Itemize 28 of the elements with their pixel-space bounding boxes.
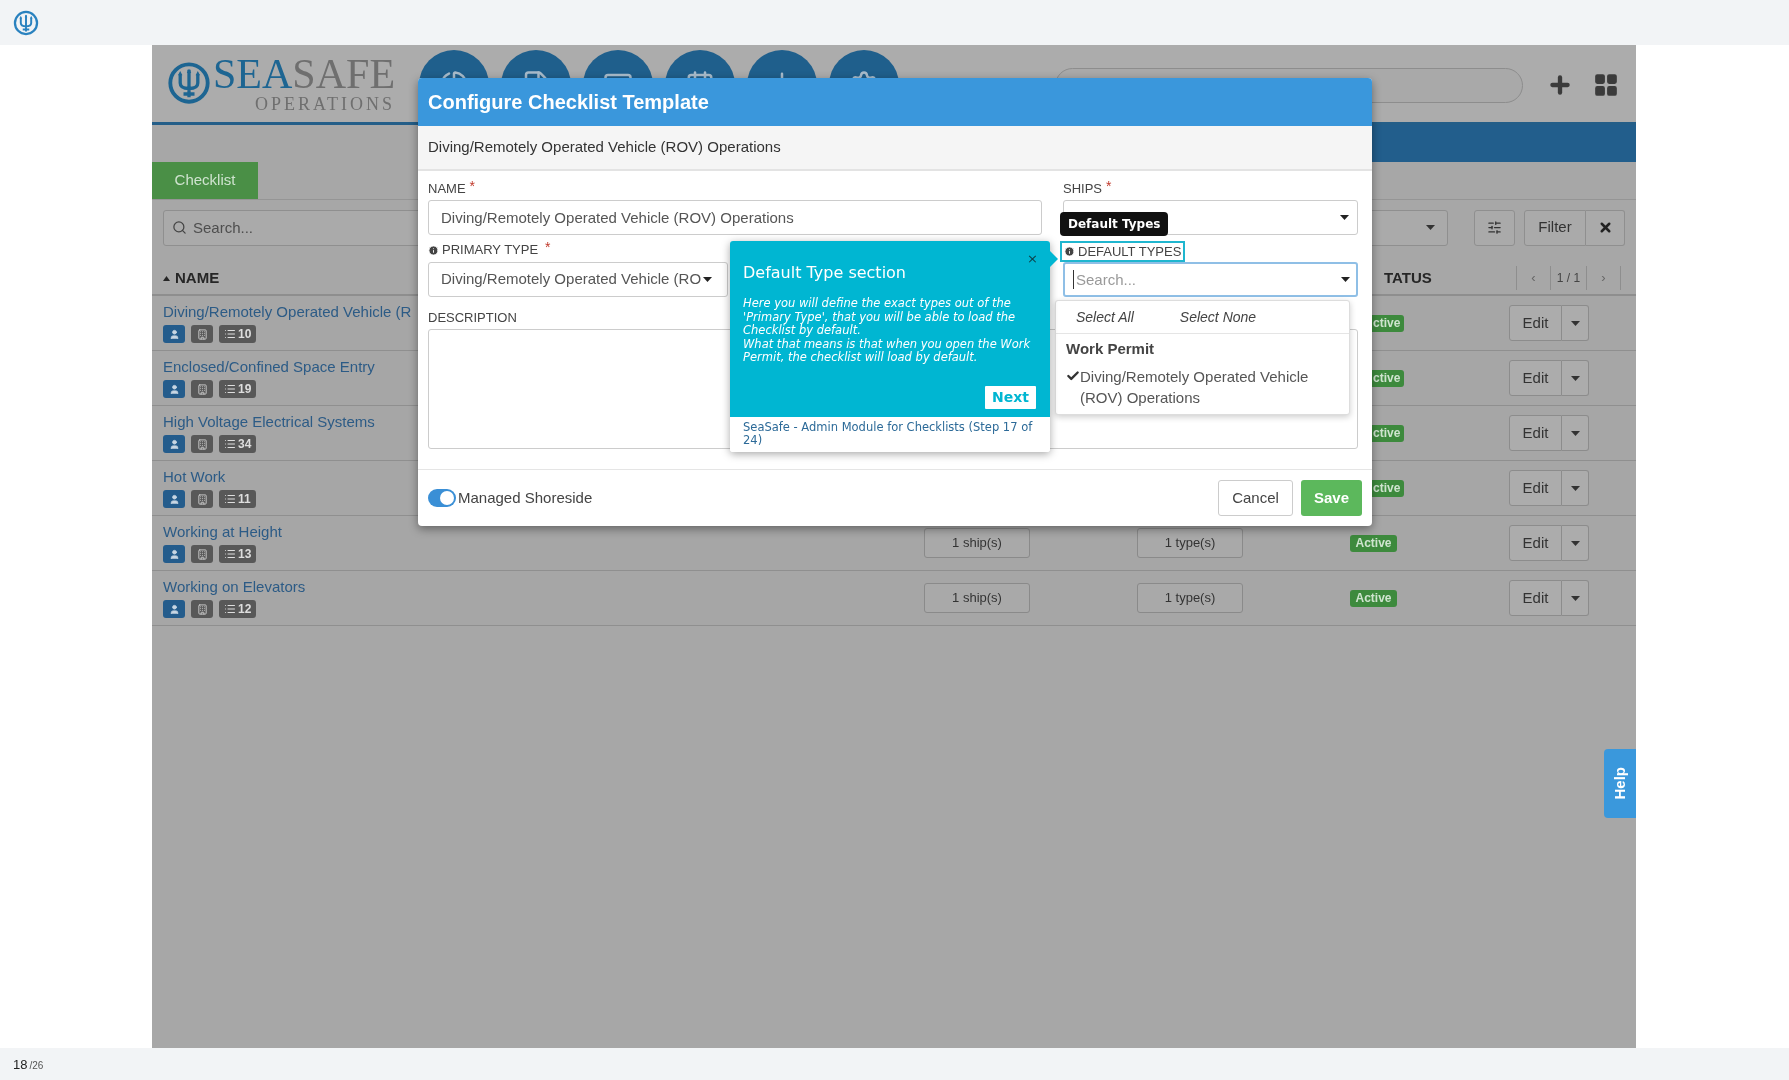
toggle-label: Managed Shoreside (458, 487, 593, 508)
item-count-badge: 10 (219, 325, 257, 343)
option-group-label: Work Permit (1066, 339, 1156, 359)
logo-tagline: OPERATIONS (255, 95, 396, 113)
status-badge: ctive (1372, 424, 1405, 442)
field-label: DESCRIPTION (428, 309, 517, 327)
status-badge: ctive (1372, 479, 1405, 497)
tooltip: Default Types (1060, 212, 1169, 236)
tour-text: What that means is that when you open the Work Permit, the checklist will load by default. (743, 337, 1032, 365)
status-badge: Active (1350, 589, 1397, 607)
page-indicator: 1 / 1 (1551, 266, 1587, 290)
slide-total: /26 (29, 1061, 44, 1071)
status-badge: ctive (1372, 314, 1405, 332)
item-count-badge: 34 (219, 435, 257, 453)
modal-subtitle: Diving/Remotely Operated Vehicle (ROV) Operations (428, 137, 781, 158)
default-types-label: DEFAULT TYPES (1060, 241, 1186, 262)
logo-wordmark: SEASAFE (213, 53, 396, 95)
item-count-badge: 13 (219, 545, 257, 563)
status-badge: ctive (1372, 369, 1405, 387)
item-count-badge: 12 (219, 600, 257, 618)
tour-footer-text: SeaSafe - Admin Module for Checklists (Step 17 of 24) (743, 421, 1034, 447)
item-count-badge: 11 (219, 490, 256, 508)
tour-text: Here you will define the exact types out of the 'Primary Type', that you will be able to load the Checklist by default. (743, 297, 1017, 338)
item-count-badge: 19 (219, 380, 257, 398)
slide-number: 18 (13, 1058, 28, 1071)
modal-title: Configure Checklist Template (428, 90, 709, 115)
tour-title: Default Type section (743, 262, 907, 284)
status-badge: Active (1350, 534, 1397, 552)
